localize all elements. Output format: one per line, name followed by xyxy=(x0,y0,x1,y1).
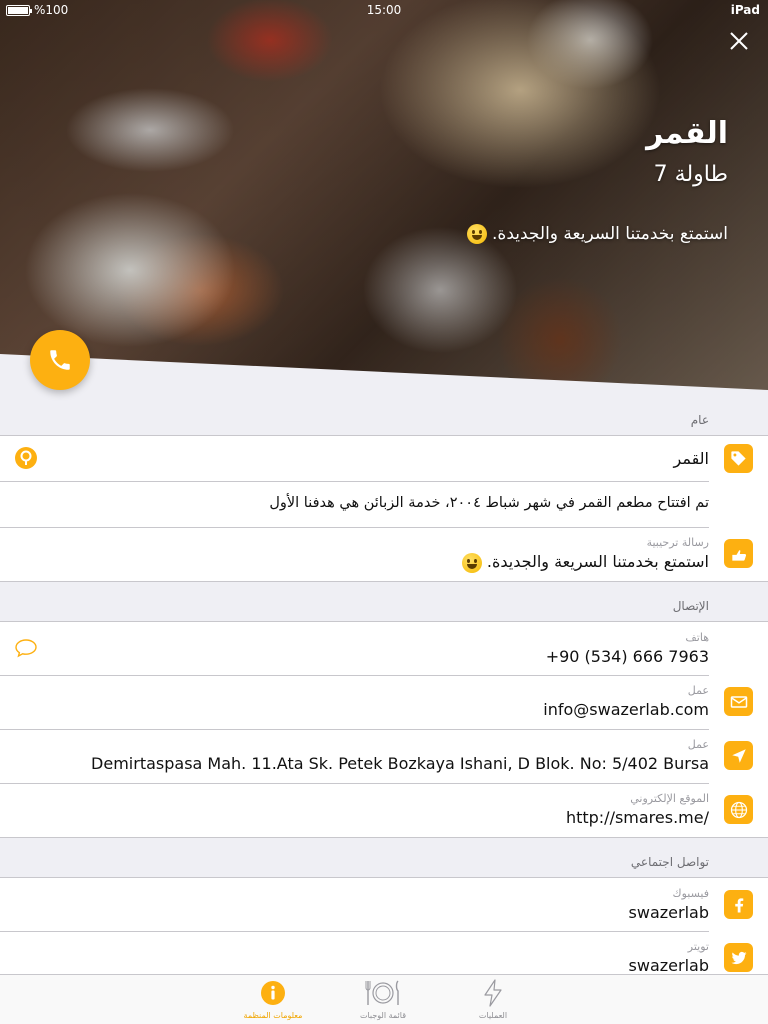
phone-row[interactable]: هاتف +90 (534) 666 7963 xyxy=(0,622,768,675)
welcome-banner-text: استمتع بخدمتنا السريعة والجديدة. xyxy=(492,224,728,244)
address-value: Demirtaspasa Mah. 11.Ata Sk. Petek Bozka… xyxy=(91,754,709,773)
welcome-message-row[interactable]: رسالة ترحيبية استمتع بخدمتنا السريعة وال… xyxy=(0,527,768,581)
call-button[interactable] xyxy=(30,330,90,390)
welcome-message-value: استمتع بخدمتنا السريعة والجديدة. xyxy=(461,552,709,573)
restaurant-title: القمر xyxy=(646,116,728,151)
address-label: عمل xyxy=(687,738,709,751)
mail-icon-badge xyxy=(724,687,753,716)
facebook-value: swazerlab xyxy=(628,903,709,922)
facebook-label: فيسبوك xyxy=(672,887,709,900)
tab-organization-info-label: معلومات المنظمة xyxy=(243,1011,303,1020)
twitter-icon-badge xyxy=(724,943,753,972)
welcome-banner: استمتع بخدمتنا السريعة والجديدة. xyxy=(466,224,728,244)
facebook-icon-badge xyxy=(724,890,753,919)
tab-operations-label: العمليات xyxy=(478,1011,508,1020)
globe-icon-badge xyxy=(724,795,753,824)
hero-bottom-cut xyxy=(0,354,768,400)
restaurant-name-value: القمر xyxy=(673,449,710,468)
globe-icon xyxy=(730,801,747,818)
info-icon xyxy=(261,981,285,1005)
contact-group: هاتف +90 (534) 666 7963 عمل info@swazerl… xyxy=(0,621,768,838)
close-icon[interactable] xyxy=(726,28,752,54)
twitter-value: swazerlab xyxy=(628,956,709,974)
website-row[interactable]: الموقع الإلكتروني http://smares.me/ xyxy=(0,783,768,837)
email-row[interactable]: عمل info@swazerlab.com xyxy=(0,675,768,729)
phone-value: +90 (534) 666 7963 xyxy=(545,647,709,666)
hero-banner: %100 15:00 iPad القمر طاولة 7 استمتع بخد… xyxy=(0,0,768,400)
device-name: iPad xyxy=(730,3,760,17)
social-group: فيسبوك swazerlab تويتر swazerlab xyxy=(0,877,768,974)
tab-meal-menu-label: قائمة الوجبات xyxy=(359,1011,407,1020)
status-bar: %100 15:00 iPad xyxy=(0,0,768,20)
mail-icon xyxy=(730,695,747,708)
website-label: الموقع الإلكتروني xyxy=(630,792,709,805)
map-pin-icon[interactable] xyxy=(14,446,38,470)
general-group: القمر تم افتتاح مطعم القمر في شهر شباط ٢… xyxy=(0,435,768,582)
status-time: 15:00 xyxy=(366,3,402,17)
tab-operations[interactable]: العمليات xyxy=(453,978,533,1020)
speech-bubble-icon[interactable] xyxy=(14,636,38,660)
twitter-label: تويتر xyxy=(687,940,709,953)
facebook-row[interactable]: فيسبوك swazerlab xyxy=(0,878,768,931)
phone-label: هاتف xyxy=(685,631,709,644)
facebook-icon xyxy=(734,897,743,912)
restaurant-description: تم افتتاح مطعم القمر في شهر شباط ٢٠٠٤، خ… xyxy=(269,495,709,511)
email-label: عمل xyxy=(687,684,709,697)
section-header-general: عام xyxy=(690,413,709,427)
smiley-emoji-icon xyxy=(466,224,487,244)
table-number: طاولة 7 xyxy=(653,162,728,187)
welcome-message-text: استمتع بخدمتنا السريعة والجديدة. xyxy=(486,552,709,571)
section-header-contact: الإتصال xyxy=(672,599,709,613)
twitter-icon xyxy=(731,951,746,964)
tag-icon xyxy=(731,451,746,466)
tab-meal-menu[interactable]: قائمة الوجبات xyxy=(343,978,423,1020)
smiley-emoji-icon xyxy=(461,552,482,573)
twitter-row[interactable]: تويتر swazerlab xyxy=(0,931,768,974)
plate-cutlery-icon xyxy=(365,980,399,1005)
tab-organization-info[interactable]: معلومات المنظمة xyxy=(233,978,313,1020)
hand-icon-badge xyxy=(724,539,753,568)
tag-icon-badge xyxy=(724,444,753,473)
phone-icon xyxy=(50,350,70,370)
lightning-icon xyxy=(484,979,502,1007)
welcome-message-label: رسالة ترحيبية xyxy=(646,536,709,549)
location-arrow-icon xyxy=(731,748,746,763)
location-arrow-icon-badge xyxy=(724,741,753,770)
tab-bar: معلومات المنظمة قائمة الوجبات العمليات xyxy=(0,974,768,1024)
email-value: info@swazerlab.com xyxy=(543,700,709,719)
hand-icon xyxy=(731,549,746,561)
description-row[interactable]: تم افتتاح مطعم القمر في شهر شباط ٢٠٠٤، خ… xyxy=(0,481,768,527)
website-value: http://smares.me/ xyxy=(565,808,709,827)
restaurant-name-row[interactable]: القمر xyxy=(0,436,768,481)
section-header-social: تواصل اجتماعي xyxy=(630,855,709,869)
address-row[interactable]: عمل Demirtaspasa Mah. 11.Ata Sk. Petek B… xyxy=(0,729,768,783)
